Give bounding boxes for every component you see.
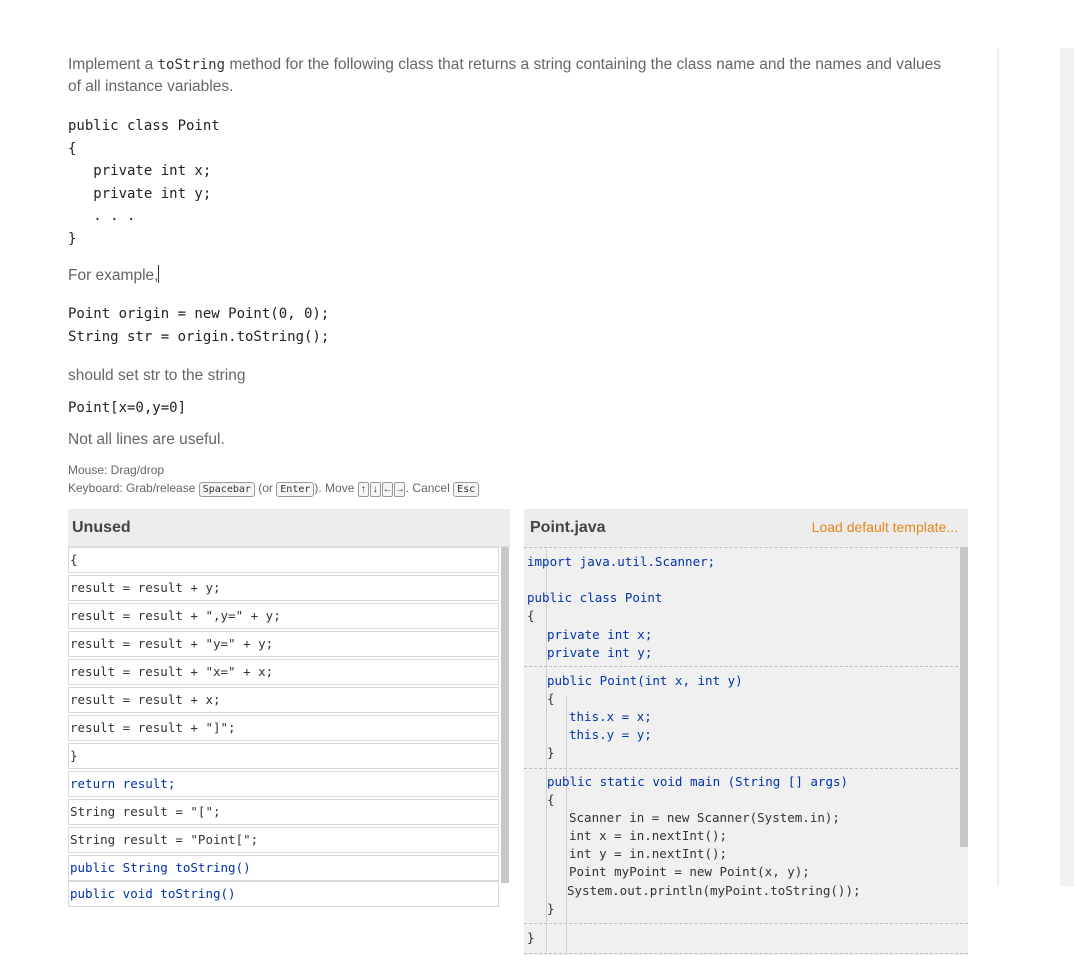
code-tile[interactable]: public String toString(): [68, 855, 499, 881]
code-tile[interactable]: result = result + "x=" + x;: [68, 659, 499, 685]
problem-statement: Implement a toString method for the foll…: [68, 54, 978, 98]
code-line[interactable]: System.out.println(myPoint.toString());: [567, 882, 861, 900]
pointjava-title: Point.java: [530, 519, 606, 536]
code-tile[interactable]: String result = "[";: [68, 799, 499, 825]
pointjava-scrollbar[interactable]: [960, 547, 968, 847]
code-line[interactable]: }: [547, 900, 555, 918]
text-cursor: [158, 265, 160, 283]
code-tile[interactable]: public void toString(): [68, 881, 499, 907]
result-code: Point[x=0,y=0]: [68, 400, 187, 416]
code-tile[interactable]: result = result + "]";: [68, 715, 499, 741]
code-line[interactable]: this.y = y;: [569, 726, 652, 744]
code-line[interactable]: {: [547, 791, 555, 809]
pointjava-header: Point.java Load default template...: [524, 509, 968, 546]
class-code-block: public class Point { private int x; priv…: [68, 118, 220, 247]
keyboard-hint: Keyboard: Grab/release Spacebar (or Ente…: [68, 481, 480, 497]
block-divider: [524, 768, 968, 769]
intro-text: Implement a: [68, 56, 154, 73]
for-example-text: For example,: [68, 265, 160, 284]
code-line[interactable]: this.x = x;: [569, 708, 652, 726]
unused-title: Unused: [72, 519, 131, 536]
arrow-down-key: ↓: [369, 482, 381, 497]
block-divider: [524, 547, 968, 548]
spacebar-key: Spacebar: [198, 482, 255, 497]
load-template-link[interactable]: Load default template...: [812, 519, 958, 535]
block-divider: [524, 666, 968, 667]
esc-key: Esc: [453, 482, 480, 497]
unused-header: Unused: [68, 509, 510, 547]
code-line[interactable]: public static void main (String [] args): [547, 773, 848, 791]
arrow-right-key: →: [393, 482, 405, 497]
code-line[interactable]: private int x;: [547, 626, 652, 644]
code-line[interactable]: }: [527, 929, 535, 947]
code-tile[interactable]: }: [68, 743, 499, 769]
code-line[interactable]: }: [547, 744, 555, 762]
arrow-left-key: ←: [381, 482, 393, 497]
code-line[interactable]: public Point(int x, int y): [547, 672, 743, 690]
code-tile[interactable]: {: [68, 547, 499, 573]
code-line[interactable]: Scanner in = new Scanner(System.in);: [569, 809, 840, 827]
intro-text-3: of all instance variables.: [68, 78, 234, 95]
pointjava-code-area: import java.util.Scanner; public class P…: [524, 546, 968, 955]
page-scroll-track[interactable]: [1060, 48, 1074, 886]
arrow-up-key: ↑: [357, 482, 369, 497]
indent-guide: [566, 696, 567, 955]
should-set-text: should set str to the string: [68, 367, 246, 384]
code-tile[interactable]: String result = "Point[";: [68, 827, 499, 853]
pointjava-panel: Point.java Load default template... impo…: [524, 509, 968, 955]
mouse-hint: Mouse: Drag/drop: [68, 463, 165, 477]
code-line[interactable]: private int y;: [547, 644, 652, 662]
code-line[interactable]: {: [547, 690, 555, 708]
not-all-text: Not all lines are useful.: [68, 431, 225, 448]
code-tile[interactable]: result = result + ",y=" + y;: [68, 603, 499, 629]
intro-text-2: method for the following class that retu…: [229, 56, 942, 73]
code-tile[interactable]: result = result + "y=" + y;: [68, 631, 499, 657]
block-divider: [524, 923, 968, 924]
unused-panel: Unused { result = result + y; result = r…: [68, 509, 510, 907]
code-tile[interactable]: result = result + x;: [68, 687, 499, 713]
code-tile[interactable]: return result;: [68, 771, 499, 797]
intro-code: toString: [157, 57, 226, 73]
content-divider: [997, 48, 999, 886]
code-line[interactable]: int x = in.nextInt();: [569, 827, 727, 845]
code-line[interactable]: int y = in.nextInt();: [569, 845, 727, 863]
unused-scrollbar[interactable]: [501, 547, 509, 883]
code-line[interactable]: {: [527, 607, 535, 625]
code-tile[interactable]: result = result + y;: [68, 575, 499, 601]
example-code-block: Point origin = new Point(0, 0); String s…: [68, 306, 330, 345]
block-divider: [524, 953, 968, 954]
code-line[interactable]: import java.util.Scanner;: [527, 553, 715, 571]
code-line[interactable]: public class Point: [527, 589, 662, 607]
enter-key: Enter: [276, 482, 315, 497]
code-line[interactable]: Point myPoint = new Point(x, y);: [569, 863, 810, 881]
